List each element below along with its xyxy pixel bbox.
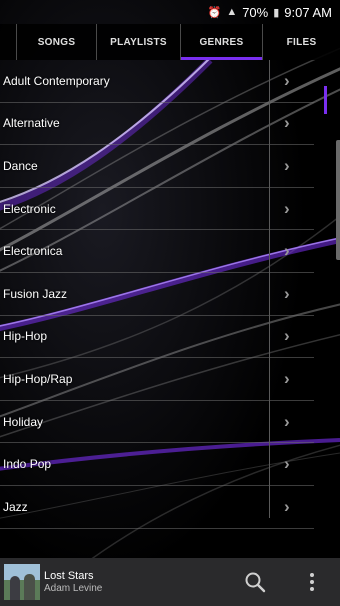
genre-label: Fusion Jazz: [3, 286, 68, 301]
track-info[interactable]: Lost Stars Adam Levine: [44, 570, 102, 594]
now-playing-bar[interactable]: Lost Stars Adam Levine: [0, 558, 340, 606]
genre-row-indo-pop[interactable]: Indo Pop ›: [0, 443, 314, 486]
genre-label: Jazz: [3, 499, 28, 514]
genre-row-hip-hop-rap[interactable]: Hip-Hop/Rap ›: [0, 358, 314, 401]
chevron-right-icon[interactable]: ›: [284, 113, 290, 133]
genre-label: Hip-Hop: [3, 329, 48, 344]
genre-label: Electronica: [3, 244, 63, 259]
genre-label: Alternative: [3, 116, 60, 131]
genre-row-electronic[interactable]: Electronic ›: [0, 188, 314, 231]
chevron-right-icon[interactable]: ›: [284, 284, 290, 304]
battery-icon: ▮: [273, 6, 280, 19]
chevron-right-icon[interactable]: ›: [284, 156, 290, 176]
tab-songs[interactable]: SONGS: [16, 24, 96, 60]
status-bar: ⏰ ▲ 70% ▮ 9:07 AM: [0, 0, 340, 24]
chevron-right-icon[interactable]: ›: [284, 241, 290, 261]
track-artist: Adam Levine: [44, 583, 103, 594]
chevron-right-icon[interactable]: ›: [284, 71, 290, 91]
tab-playlists[interactable]: PLAYLISTS: [96, 24, 180, 60]
genre-label: Indo Pop: [3, 457, 52, 472]
track-title: Lost Stars: [44, 570, 94, 582]
signal-icon: ▲: [226, 6, 238, 18]
genre-row-adult-contemporary[interactable]: Adult Contemporary ›: [0, 60, 314, 103]
alarm-icon: ⏰: [207, 6, 222, 19]
search-icon[interactable]: [243, 570, 267, 594]
scroll-indicator[interactable]: [324, 86, 327, 114]
chevron-right-icon[interactable]: ›: [284, 412, 290, 432]
genre-row-fusion-jazz[interactable]: Fusion Jazz ›: [0, 273, 314, 316]
genre-label: Adult Contemporary: [3, 73, 110, 88]
edge-panel-handle[interactable]: [336, 140, 340, 260]
tab-bar: SONGS PLAYLISTS GENRES FILES: [0, 24, 340, 60]
genre-row-jazz[interactable]: Jazz ›: [0, 486, 314, 529]
genre-label: Holiday: [3, 414, 44, 429]
tab-files[interactable]: FILES: [262, 24, 340, 60]
genre-label: Hip-Hop/Rap: [3, 371, 73, 386]
genre-row-dance[interactable]: Dance ›: [0, 145, 314, 188]
tab-overflow-left[interactable]: [0, 24, 16, 60]
chevron-right-icon[interactable]: ›: [284, 369, 290, 389]
chevron-right-icon[interactable]: ›: [284, 454, 290, 474]
chevron-right-icon[interactable]: ›: [284, 497, 290, 517]
genre-list: Adult Contemporary › Alternative › Dance…: [0, 60, 340, 529]
battery-level: 70%: [242, 4, 269, 20]
tab-genres[interactable]: GENRES: [180, 24, 262, 60]
album-art[interactable]: [4, 564, 40, 600]
list-divider: [269, 60, 270, 518]
genre-row-hip-hop[interactable]: Hip-Hop ›: [0, 316, 314, 359]
genre-label: Dance: [3, 158, 38, 173]
genre-row-electronica[interactable]: Electronica ›: [0, 230, 314, 273]
chevron-right-icon[interactable]: ›: [284, 199, 290, 219]
genre-label: Electronic: [3, 201, 56, 216]
clock: 9:07 AM: [284, 4, 332, 20]
more-options-icon[interactable]: [300, 570, 324, 594]
chevron-right-icon[interactable]: ›: [284, 326, 290, 346]
genre-row-holiday[interactable]: Holiday ›: [0, 401, 314, 444]
genre-row-alternative[interactable]: Alternative ›: [0, 103, 314, 146]
